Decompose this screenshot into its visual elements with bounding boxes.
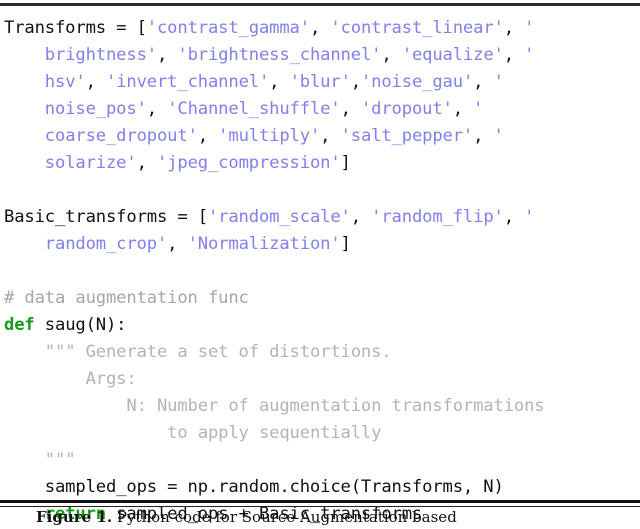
code-token-punctuation: , xyxy=(350,72,361,92)
code-figure: Transforms = ['contrast_gamma', 'contras… xyxy=(0,3,640,529)
code-line: random_crop', 'Normalization'] xyxy=(4,231,640,258)
code-token-string: brightness' xyxy=(44,45,157,65)
code-token-string: 'random_scale' xyxy=(207,207,351,227)
code-token-string: 'random_flip' xyxy=(371,207,504,227)
code-token-plain: sampled_ops = np.random.choice(Transform… xyxy=(4,477,504,497)
code-token-punctuation: ] xyxy=(340,153,351,173)
code-token-punctuation: , xyxy=(452,99,474,119)
code-token-string: ' xyxy=(493,126,504,146)
code-token-string: 'invert_channel' xyxy=(106,72,270,92)
code-token-punctuation: , xyxy=(340,99,361,119)
code-token-string: ' xyxy=(524,45,535,65)
code-line: Basic_transforms = ['random_scale', 'ran… xyxy=(4,204,640,231)
code-token-punctuation: , xyxy=(136,153,157,173)
code-listing: Transforms = ['contrast_gamma', 'contras… xyxy=(0,6,640,528)
code-token-string: 'brightness_channel' xyxy=(177,45,382,65)
code-token-docstring: to apply sequentially xyxy=(167,423,382,443)
figure-bottom-rule-thick xyxy=(0,500,640,503)
figure-caption: Figure 1. Python code for Source Augment… xyxy=(0,507,640,527)
code-token-comment: # data augmentation func xyxy=(4,288,249,308)
code-token-string: ' xyxy=(493,72,504,92)
code-token-string: 'contrast_linear' xyxy=(330,18,504,38)
code-token-punctuation: , xyxy=(503,45,525,65)
code-token-docstring: """ Generate a set of distortions. xyxy=(44,342,392,362)
code-token-punctuation: (N): xyxy=(85,315,127,335)
code-token-identifier: saug xyxy=(44,315,86,335)
code-token-punctuation: , xyxy=(473,72,494,92)
code-token-string: 'jpeg_compression' xyxy=(156,153,341,173)
code-token-string: noise_pos' xyxy=(44,99,147,119)
code-token-docstring: N: Number of augmentation transformation… xyxy=(126,396,545,416)
code-token-punctuation: , xyxy=(146,99,168,119)
code-token-string: 'Channel_shuffle' xyxy=(167,99,341,119)
code-line: coarse_dropout', 'multiply', 'salt_peppe… xyxy=(4,123,640,150)
code-token-punctuation: , xyxy=(381,45,402,65)
code-token-punctuation: , xyxy=(503,207,525,227)
code-token-punctuation: , xyxy=(320,126,341,146)
code-line: # data augmentation func xyxy=(4,285,640,312)
code-token-punctuation: , xyxy=(309,18,331,38)
code-line: """ Generate a set of distortions. xyxy=(4,339,640,366)
code-line: solarize', 'jpeg_compression'] xyxy=(4,150,640,177)
code-line: def saug(N): xyxy=(4,312,640,339)
code-token-string: ' xyxy=(524,18,535,38)
code-token-keyword: def xyxy=(4,315,35,335)
code-token-punctuation: [ xyxy=(197,207,208,227)
code-token-string: 'dropout' xyxy=(360,99,453,119)
code-line: sampled_ops = np.random.choice(Transform… xyxy=(4,474,640,501)
code-token-string: 'multiply' xyxy=(218,126,321,146)
code-token-punctuation: ] xyxy=(340,234,351,254)
figure-caption-text: Python code for Source Augmentation base… xyxy=(116,508,457,526)
code-token-punctuation: , xyxy=(350,207,372,227)
code-token-punctuation: , xyxy=(156,45,178,65)
code-token-punctuation: , xyxy=(85,72,106,92)
code-line: Args: xyxy=(4,366,640,393)
code-token-string: 'Normalization' xyxy=(187,234,341,254)
code-token-string: 'salt_pepper' xyxy=(340,126,474,146)
code-token-string: 'blur' xyxy=(289,72,351,92)
figure-caption-label: Figure 1. xyxy=(36,508,113,526)
code-token-string: hsv' xyxy=(44,72,86,92)
code-token-docstring: Args: xyxy=(85,369,137,389)
code-token-punctuation: , xyxy=(473,126,494,146)
code-token-punctuation: , xyxy=(503,18,525,38)
code-line: brightness', 'brightness_channel', 'equa… xyxy=(4,42,640,69)
code-token-string: 'equalize' xyxy=(401,45,504,65)
code-token-string: random_crop' xyxy=(44,234,168,254)
code-token-docstring: """ xyxy=(44,450,76,470)
code-token-punctuation: [ xyxy=(136,18,147,38)
code-line: noise_pos', 'Channel_shuffle', 'dropout'… xyxy=(4,96,640,123)
code-token-punctuation: , xyxy=(167,234,188,254)
code-line: Transforms = ['contrast_gamma', 'contras… xyxy=(4,15,640,42)
code-line: """ xyxy=(4,447,640,474)
code-token-string: ' xyxy=(524,207,535,227)
code-line: hsv', 'invert_channel', 'blur','noise_ga… xyxy=(4,69,640,96)
code-token-punctuation: , xyxy=(269,72,290,92)
code-token-string: 'noise_gau' xyxy=(360,72,474,92)
code-line: to apply sequentially xyxy=(4,420,640,447)
code-token-string: 'contrast_gamma' xyxy=(146,18,310,38)
code-token-string: ' xyxy=(473,99,484,119)
code-token-plain: Transforms = xyxy=(4,18,137,38)
code-token-string: solarize' xyxy=(44,153,137,173)
code-token-punctuation: , xyxy=(197,126,219,146)
code-token-plain: Basic_transforms = xyxy=(4,207,198,227)
code-line: N: Number of augmentation transformation… xyxy=(4,393,640,420)
code-token-string: coarse_dropout' xyxy=(44,126,198,146)
